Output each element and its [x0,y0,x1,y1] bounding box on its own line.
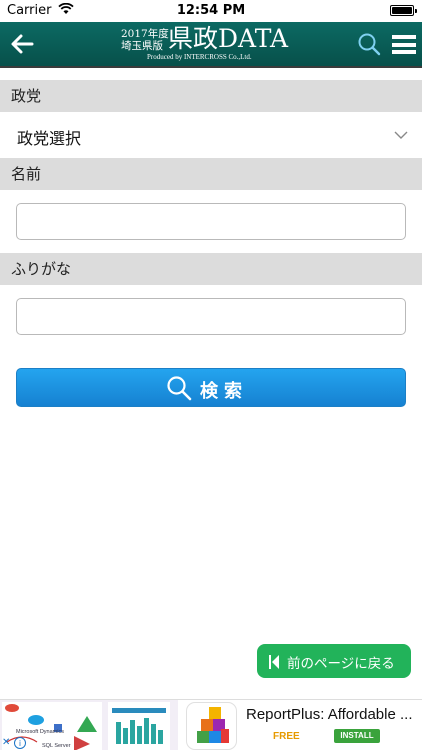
status-bar: Carrier 12:54 PM [0,0,422,22]
ad-close-icon[interactable]: ✕ [2,737,13,749]
party-select-value: 政党選択 [17,129,82,148]
furigana-section-header: ふりがな [0,253,422,285]
ad-app-icon [186,702,237,750]
nav-bar: 2017年度 埼玉県版 県政DATA Produced by INTERCROS… [0,22,422,68]
ad-tag-dynamics: Microsoft Dynamics [16,729,64,735]
search-icon[interactable] [357,32,381,56]
ad-install-button[interactable]: INSTALL [334,729,380,743]
name-section-header: 名前 [0,158,422,190]
logo-producer: Produced by INTERCROSS Co.,Ltd. [147,53,252,61]
name-input[interactable] [16,203,406,240]
party-section-header: 政党 [0,80,422,112]
logo-year: 2017年度 [121,28,169,40]
ad-price: FREE [273,731,300,742]
battery-icon [390,5,417,16]
menu-icon[interactable] [392,35,416,54]
furigana-input[interactable] [16,298,406,335]
ad-banner[interactable]: Microsoft Dynamics SQL Server ✕ i Report… [0,699,422,750]
triangle-left-icon [269,654,279,669]
back-to-previous-page-button[interactable]: 前のページに戻る [257,644,411,678]
search-icon [166,375,192,401]
app-logo: 2017年度 埼玉県版 県政DATA Produced by INTERCROS… [120,23,304,65]
clock: 12:54 PM [176,3,246,18]
back-arrow-icon[interactable] [8,30,36,58]
back-to-previous-page-label: 前のページに戻る [287,656,395,672]
logo-title: 県政DATA [168,24,289,53]
chevron-down-icon [394,127,408,141]
ad-tag-sqlserver: SQL Server [42,743,71,749]
ad-screenshot-image: Microsoft Dynamics SQL Server [0,700,178,750]
search-button[interactable]: 検索 [16,368,406,407]
logo-region: 埼玉県版 [121,40,163,52]
party-select[interactable]: 政党選択 [0,113,422,157]
ad-info-icon[interactable]: i [14,737,26,749]
search-button-label: 検索 [200,381,248,402]
ad-title: ReportPlus: Affordable ... [246,706,413,723]
